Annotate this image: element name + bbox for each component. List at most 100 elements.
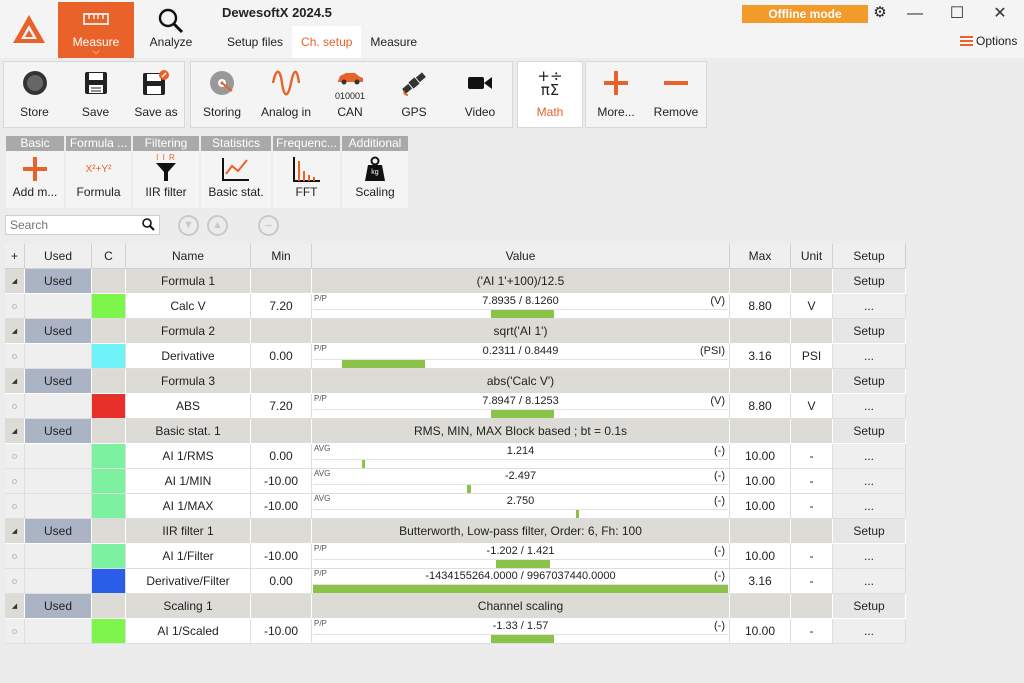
channel-setup-button[interactable]: ... bbox=[833, 619, 906, 644]
save-as-button[interactable]: Save as bbox=[126, 62, 186, 127]
setup-button[interactable]: Setup bbox=[833, 519, 906, 544]
used-toggle[interactable]: Used bbox=[25, 594, 92, 619]
math-tool-iir-filter[interactable]: Filtering I I R IIR filter bbox=[133, 136, 199, 208]
channel-setup-button[interactable]: ... bbox=[833, 469, 906, 494]
add-column-button[interactable]: + bbox=[5, 244, 25, 269]
setup-button[interactable]: Setup bbox=[833, 269, 906, 294]
setup-button[interactable]: Setup bbox=[833, 319, 906, 344]
channel-color-swatch[interactable] bbox=[92, 444, 126, 469]
group-row[interactable]: ◢ Used Formula 3 abs('Calc V') Setup bbox=[5, 369, 906, 394]
channel-row[interactable]: AI 1/Filter -10.00 P/P -1.202 / 1.421 (-) 10.… bbox=[5, 544, 906, 569]
used-toggle[interactable]: Used bbox=[25, 319, 92, 344]
close-button[interactable]: ✕ bbox=[985, 2, 1015, 26]
move-down-button[interactable]: ▼ bbox=[178, 215, 199, 236]
nav-tab-analyze[interactable]: Analyze bbox=[140, 2, 202, 58]
subtab-setup-files[interactable]: Setup files bbox=[218, 26, 292, 58]
math-tool-add[interactable]: Basic Add m... bbox=[6, 136, 64, 208]
used-cell[interactable] bbox=[25, 494, 92, 519]
expand-toggle[interactable]: ◢ bbox=[5, 319, 25, 344]
channel-color-swatch[interactable] bbox=[92, 619, 126, 644]
channel-setup-button[interactable]: ... bbox=[833, 294, 906, 319]
used-toggle[interactable]: Used bbox=[25, 519, 92, 544]
channel-setup-button[interactable]: ... bbox=[833, 344, 906, 369]
used-cell[interactable] bbox=[25, 569, 92, 594]
channel-color-swatch[interactable] bbox=[92, 469, 126, 494]
offline-mode-button[interactable]: Offline mode bbox=[742, 5, 868, 23]
used-cell[interactable] bbox=[25, 344, 92, 369]
channel-row[interactable]: AI 1/RMS 0.00 AVG 1.214 (-) 10.00-... bbox=[5, 444, 906, 469]
channel-setup-button[interactable]: ... bbox=[833, 444, 906, 469]
collapse-button[interactable]: − bbox=[258, 215, 279, 236]
analog-in-button[interactable]: Analog in bbox=[253, 62, 319, 127]
used-cell[interactable] bbox=[25, 544, 92, 569]
math-tool-scaling[interactable]: Additional kg Scaling bbox=[342, 136, 408, 208]
search-input[interactable] bbox=[6, 216, 136, 234]
header-used[interactable]: Used bbox=[25, 244, 92, 269]
channel-setup-button[interactable]: ... bbox=[833, 494, 906, 519]
subtab-ch-setup[interactable]: Ch. setup bbox=[292, 26, 362, 58]
header-unit[interactable]: Unit bbox=[791, 244, 833, 269]
group-row[interactable]: ◢ Used Formula 2 sqrt('AI 1') Setup bbox=[5, 319, 906, 344]
channel-setup-button[interactable]: ... bbox=[833, 544, 906, 569]
expand-toggle[interactable]: ◢ bbox=[5, 369, 25, 394]
channel-row[interactable]: AI 1/Scaled -10.00 P/P -1.33 / 1.57 (-) 10.00… bbox=[5, 619, 906, 644]
save-button[interactable]: Save bbox=[65, 62, 126, 127]
math-tool-basic-stat[interactable]: Statistics Basic stat. bbox=[201, 136, 271, 208]
setup-button[interactable]: Setup bbox=[833, 419, 906, 444]
channel-row[interactable]: Derivative 0.00 P/P 0.2311 / 0.8449 (PSI) 3.1… bbox=[5, 344, 906, 369]
channel-setup-button[interactable]: ... bbox=[833, 394, 906, 419]
move-up-button[interactable]: ▲ bbox=[207, 215, 228, 236]
used-cell[interactable] bbox=[25, 444, 92, 469]
search-icon[interactable] bbox=[142, 218, 155, 234]
remove-button[interactable]: Remove bbox=[646, 62, 706, 127]
setup-button[interactable]: Setup bbox=[833, 369, 906, 394]
store-button[interactable]: Store bbox=[4, 62, 65, 127]
storing-button[interactable]: Storing bbox=[191, 62, 253, 127]
channel-row[interactable]: Derivative/Filter 0.00 P/P -1434155264.0000… bbox=[5, 569, 906, 594]
channel-color-swatch[interactable] bbox=[92, 494, 126, 519]
channel-setup-button[interactable]: ... bbox=[833, 569, 906, 594]
channel-color-swatch[interactable] bbox=[92, 344, 126, 369]
channel-row[interactable]: AI 1/MAX -10.00 AVG 2.750 (-) 10.00-... bbox=[5, 494, 906, 519]
gps-button[interactable]: GPS bbox=[381, 62, 447, 127]
channel-color-swatch[interactable] bbox=[92, 294, 126, 319]
channel-row[interactable]: AI 1/MIN -10.00 AVG -2.497 (-) 10.00-... bbox=[5, 469, 906, 494]
header-value[interactable]: Value bbox=[312, 244, 730, 269]
options-button[interactable]: Options bbox=[960, 34, 1017, 48]
group-row[interactable]: ◢ Used IIR filter 1 Butterworth, Low-pass f… bbox=[5, 519, 906, 544]
gear-icon[interactable]: ⚙ bbox=[870, 3, 890, 23]
math-tool-formula[interactable]: Formula ... X²+Y² Formula bbox=[66, 136, 131, 208]
header-setup[interactable]: Setup bbox=[833, 244, 906, 269]
math-button[interactable]: +÷ πΣ Math bbox=[518, 62, 582, 127]
used-toggle[interactable]: Used bbox=[25, 419, 92, 444]
used-toggle[interactable]: Used bbox=[25, 269, 92, 294]
group-row[interactable]: ◢ Used Formula 1 ('AI 1'+100)/12.5 Setup bbox=[5, 269, 906, 294]
used-cell[interactable] bbox=[25, 394, 92, 419]
more-button[interactable]: More... bbox=[586, 62, 646, 127]
channel-color-swatch[interactable] bbox=[92, 544, 126, 569]
maximize-button[interactable]: ☐ bbox=[942, 2, 972, 26]
minimize-button[interactable]: — bbox=[900, 2, 930, 26]
nav-tab-measure[interactable]: Measure ⌵ bbox=[58, 2, 134, 58]
channel-color-swatch[interactable] bbox=[92, 394, 126, 419]
expand-toggle[interactable]: ◢ bbox=[5, 269, 25, 294]
can-button[interactable]: 010001 CAN bbox=[319, 62, 381, 127]
channel-row[interactable]: Calc V 7.20 P/P 7.8935 / 8.1260 (V) 8.80 V... bbox=[5, 294, 906, 319]
expand-toggle[interactable]: ◢ bbox=[5, 594, 25, 619]
setup-button[interactable]: Setup bbox=[833, 594, 906, 619]
group-row[interactable]: ◢ Used Scaling 1 Channel scaling Setup bbox=[5, 594, 906, 619]
used-cell[interactable] bbox=[25, 294, 92, 319]
expand-toggle[interactable]: ◢ bbox=[5, 419, 25, 444]
header-min[interactable]: Min bbox=[251, 244, 312, 269]
math-tool-fft[interactable]: Frequenc... FFT bbox=[273, 136, 340, 208]
header-name[interactable]: Name bbox=[126, 244, 251, 269]
group-row[interactable]: ◢ Used Basic stat. 1 RMS, MIN, MAX Block ba… bbox=[5, 419, 906, 444]
used-cell[interactable] bbox=[25, 469, 92, 494]
channel-row[interactable]: ABS 7.20 P/P 7.8947 / 8.1253 (V) 8.80 V... bbox=[5, 394, 906, 419]
video-button[interactable]: Video bbox=[447, 62, 513, 127]
channel-color-swatch[interactable] bbox=[92, 569, 126, 594]
used-cell[interactable] bbox=[25, 619, 92, 644]
header-color[interactable]: C bbox=[92, 244, 126, 269]
expand-toggle[interactable]: ◢ bbox=[5, 519, 25, 544]
subtab-measure[interactable]: Measure bbox=[361, 26, 426, 58]
